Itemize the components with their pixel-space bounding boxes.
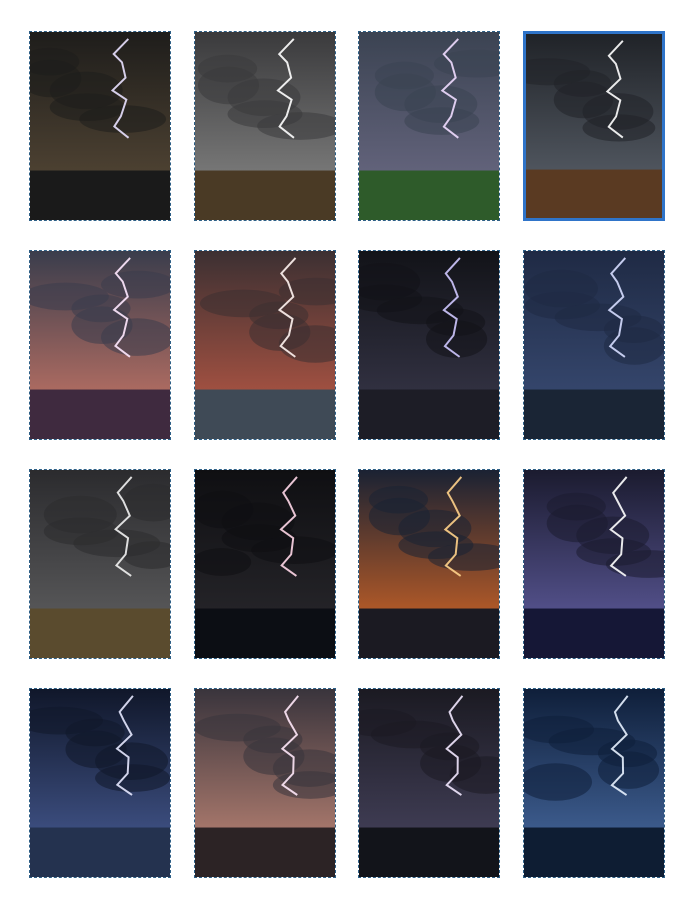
storm-image <box>359 689 499 877</box>
gallery-tile-11[interactable] <box>358 469 500 659</box>
storm-image <box>524 251 664 439</box>
gallery-tile-14[interactable] <box>194 688 336 878</box>
storm-image <box>359 251 499 439</box>
gallery-tile-2[interactable] <box>194 31 336 221</box>
gallery-tile-9[interactable] <box>29 469 171 659</box>
storm-image <box>195 470 335 658</box>
gallery-tile-16[interactable] <box>523 688 665 878</box>
gallery-tile-15[interactable] <box>358 688 500 878</box>
gallery-tile-8[interactable] <box>523 250 665 440</box>
gallery-tile-4[interactable] <box>523 31 665 221</box>
storm-image <box>195 689 335 877</box>
image-grid <box>0 0 690 910</box>
gallery-tile-10[interactable] <box>194 469 336 659</box>
storm-image <box>524 470 664 658</box>
gallery-tile-13[interactable] <box>29 688 171 878</box>
gallery-tile-6[interactable] <box>194 250 336 440</box>
gallery-tile-12[interactable] <box>523 469 665 659</box>
storm-image <box>195 251 335 439</box>
storm-image <box>195 32 335 220</box>
gallery-tile-1[interactable] <box>29 31 171 221</box>
storm-image <box>524 689 664 877</box>
gallery-tile-5[interactable] <box>29 250 171 440</box>
gallery-tile-7[interactable] <box>358 250 500 440</box>
storm-image <box>30 251 170 439</box>
storm-image <box>359 32 499 220</box>
storm-image <box>30 470 170 658</box>
storm-image <box>359 470 499 658</box>
storm-image <box>526 34 662 218</box>
gallery-tile-3[interactable] <box>358 31 500 221</box>
storm-image <box>30 689 170 877</box>
storm-image <box>30 32 170 220</box>
